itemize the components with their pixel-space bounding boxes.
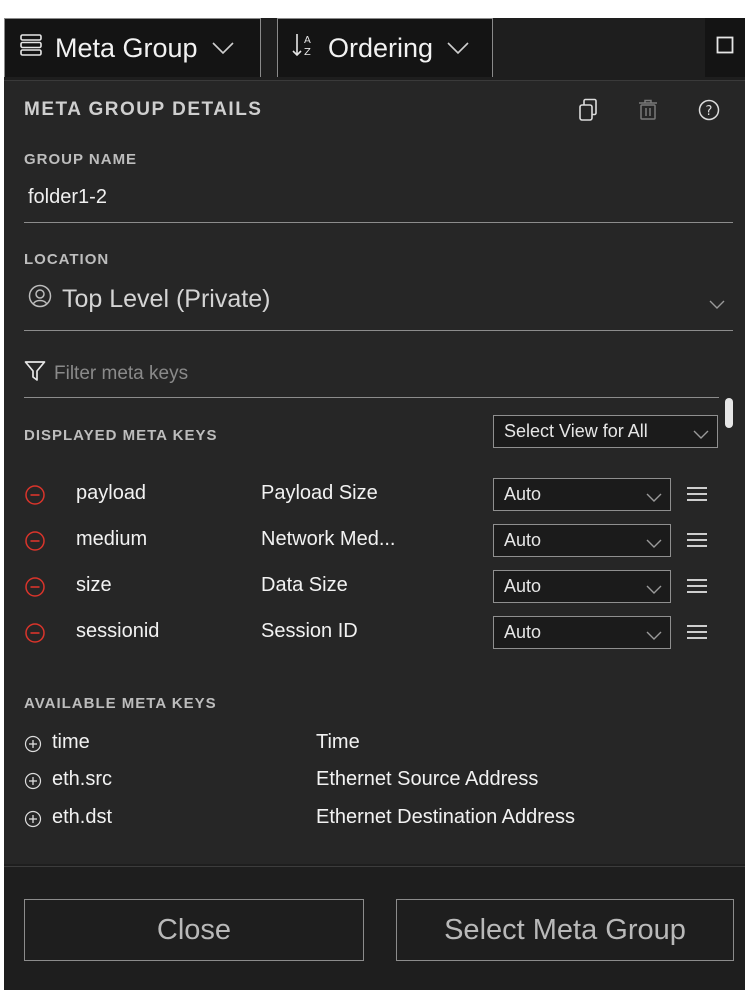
meta-key-description: Ethernet Destination Address	[316, 806, 576, 828]
chevron-down-icon	[693, 424, 709, 445]
select-view-for-all[interactable]: Select View for All	[493, 415, 718, 448]
meta-key-view-value: Auto	[504, 622, 542, 642]
filter-underline	[24, 397, 719, 398]
chevron-down-icon	[212, 41, 234, 55]
meta-key-name: eth.dst	[52, 806, 113, 828]
meta-key-name: eth.src	[52, 768, 113, 790]
meta-key-description: Data Size	[261, 574, 348, 596]
chevron-down-icon	[447, 41, 469, 55]
minus-circle-icon[interactable]	[24, 484, 46, 511]
trash-icon[interactable]	[638, 99, 658, 126]
chevron-down-icon	[646, 625, 662, 646]
location-label: LOCATION	[24, 251, 110, 268]
minus-circle-icon[interactable]	[24, 576, 46, 603]
drag-handle-icon[interactable]	[686, 532, 708, 553]
displayed-meta-key-row: size Data Size Auto	[24, 570, 724, 603]
chevron-down-icon	[646, 487, 662, 508]
meta-key-name: size	[76, 574, 112, 596]
location-select[interactable]: Top Level (Private)	[28, 284, 270, 315]
available-meta-keys-title: AVAILABLE META KEYS	[24, 695, 217, 712]
chevron-down-icon[interactable]	[709, 297, 725, 315]
drag-handle-icon[interactable]	[686, 624, 708, 645]
meta-group-dropdown[interactable]: Meta Group	[4, 18, 261, 77]
toolbar: Meta Group AZ Ordering	[4, 18, 745, 80]
plus-circle-icon[interactable]	[24, 772, 42, 795]
top-strip	[0, 0, 745, 18]
meta-key-name: time	[52, 731, 90, 753]
chevron-down-icon	[646, 579, 662, 600]
meta-key-description: Network Med...	[261, 528, 396, 550]
minus-circle-icon[interactable]	[24, 530, 46, 557]
svg-text:A: A	[304, 35, 311, 46]
svg-text:?: ?	[706, 104, 713, 119]
select-meta-group-button[interactable]: Select Meta Group	[396, 899, 734, 961]
meta-group-dropdown-label: Meta Group	[55, 32, 198, 63]
meta-key-description: Ethernet Source Address	[316, 768, 539, 790]
details-title: META GROUP DETAILS	[24, 99, 263, 120]
displayed-meta-key-row: payload Payload Size Auto	[24, 478, 724, 511]
user-circle-icon	[28, 284, 52, 315]
meta-key-view-select[interactable]: Auto	[493, 570, 671, 603]
sort-az-icon: AZ	[292, 32, 316, 65]
group-name-input[interactable]: folder1-2	[28, 186, 107, 209]
drag-handle-icon[interactable]	[686, 578, 708, 599]
meta-key-description: Payload Size	[261, 482, 378, 504]
available-meta-key-row: eth.dst Ethernet Destination Address	[24, 806, 724, 832]
help-icon[interactable]: ?	[698, 99, 720, 126]
meta-key-name: medium	[76, 528, 148, 550]
available-meta-key-row: eth.src Ethernet Source Address	[24, 768, 724, 794]
filter-icon	[24, 360, 46, 388]
maximize-icon	[716, 36, 734, 59]
meta-key-view-value: Auto	[504, 484, 542, 504]
meta-key-description: Session ID	[261, 620, 358, 642]
filter-meta-keys-input[interactable]: Filter meta keys	[24, 360, 188, 388]
meta-key-name: payload	[76, 482, 147, 504]
select-view-for-all-label: Select View for All	[504, 421, 648, 441]
minus-circle-icon[interactable]	[24, 622, 46, 649]
meta-key-view-select[interactable]: Auto	[493, 616, 671, 649]
filter-placeholder: Filter meta keys	[54, 363, 189, 384]
maximize-button[interactable]	[705, 18, 745, 77]
list-stack-icon	[19, 33, 43, 64]
meta-key-view-select[interactable]: Auto	[493, 524, 671, 557]
drag-handle-icon[interactable]	[686, 486, 708, 507]
ordering-dropdown-label: Ordering	[328, 32, 434, 63]
group-name-underline	[24, 222, 733, 223]
clone-icon[interactable]	[578, 98, 598, 127]
meta-key-view-value: Auto	[504, 576, 542, 596]
location-value: Top Level (Private)	[62, 285, 271, 313]
location-underline	[24, 330, 733, 331]
group-name-label: GROUP NAME	[24, 151, 138, 168]
plus-circle-icon[interactable]	[24, 735, 42, 758]
available-meta-key-row: time Time	[24, 731, 724, 757]
displayed-meta-keys-title: DISPLAYED META KEYS	[24, 427, 218, 444]
displayed-meta-key-row: sessionid Session ID Auto	[24, 616, 724, 649]
displayed-meta-key-row: medium Network Med... Auto	[24, 524, 724, 557]
plus-circle-icon[interactable]	[24, 810, 42, 833]
ordering-dropdown[interactable]: AZ Ordering	[277, 18, 493, 77]
meta-key-description: Time	[316, 731, 360, 753]
chevron-down-icon	[646, 533, 662, 554]
meta-key-view-value: Auto	[504, 530, 542, 550]
close-button[interactable]: Close	[24, 899, 364, 961]
svg-text:Z: Z	[304, 47, 311, 58]
meta-key-name: sessionid	[76, 620, 160, 642]
scrollbar-thumb[interactable]	[725, 398, 733, 428]
meta-key-view-select[interactable]: Auto	[493, 478, 671, 511]
details-actions: ?	[578, 98, 720, 127]
